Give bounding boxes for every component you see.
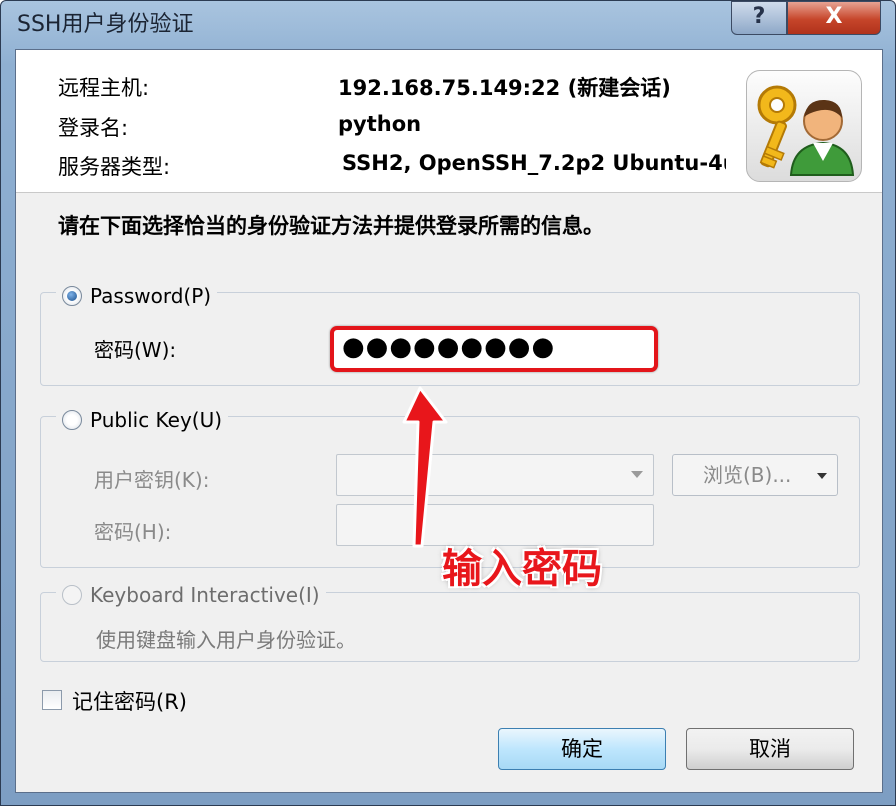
passphrase-label: 密码(H): [94,520,172,544]
server-type-label: 服务器类型: [58,155,171,179]
keyboard-interactive-description: 使用键盘输入用户身份验证。 [96,628,356,652]
user-key-icon [746,70,862,182]
password-radio-label: Password(P) [90,284,212,308]
radio-selected-icon [62,286,82,306]
browse-button[interactable]: 浏览(B)... [672,454,838,496]
annotation-arrow-icon [402,386,448,548]
browse-button-label: 浏览(B)... [703,463,792,487]
keyboard-interactive-label: Keyboard Interactive(I) [90,583,320,607]
remote-host-label: 远程主机: [58,76,150,100]
login-value: python [338,112,422,136]
remember-password-checkbox[interactable] [42,690,62,710]
password-radio[interactable]: Password(P) [56,284,218,308]
radio-unselected-icon [62,410,82,430]
window-title: SSH用户身份验证 [17,12,194,37]
password-input[interactable]: ●●●●●●●●● [330,326,658,372]
ok-button[interactable]: 确定 [498,728,666,770]
keyboard-interactive-radio[interactable]: Keyboard Interactive(I) [56,583,326,607]
annotation-callout: 输入密码 [442,546,602,592]
help-button[interactable]: ? [731,1,787,35]
close-button[interactable]: X [787,1,881,35]
public-key-radio[interactable]: Public Key(U) [56,408,229,432]
password-label: 密码(W): [94,338,177,362]
user-key-select[interactable] [336,454,654,496]
cancel-button[interactable]: 取消 [686,728,854,770]
chevron-down-icon [631,471,643,478]
user-key-label: 用户密钥(K): [94,468,210,492]
login-label: 登录名: [58,116,129,140]
remote-host-value: 192.168.75.149:22 (新建会话) [338,76,671,100]
server-type-value: SSH2, OpenSSH_7.2p2 Ubuntu-4ub [342,151,726,175]
radio-disabled-icon [62,585,82,605]
chevron-down-icon [817,473,827,479]
session-info-panel: 远程主机: 192.168.75.149:22 (新建会话) 登录名: pyth… [16,50,882,193]
instruction-text: 请在下面选择恰当的身份验证方法并提供登录所需的信息。 [58,214,604,238]
public-key-radio-label: Public Key(U) [90,408,223,432]
remember-password-label[interactable]: 记住密码(R) [72,686,187,716]
